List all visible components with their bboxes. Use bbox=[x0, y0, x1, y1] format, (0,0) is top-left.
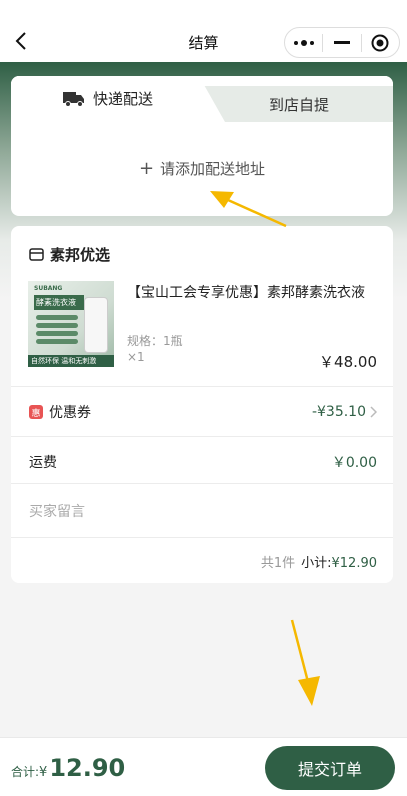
product-image-brand: SUBANG bbox=[34, 285, 63, 292]
product-image-footer: 自然环保 温和无刺激 bbox=[28, 355, 114, 367]
checkout-bar: 合计: ¥ 12.90 提交订单 bbox=[0, 737, 407, 796]
divider bbox=[11, 436, 393, 437]
product-bottle-illustration bbox=[84, 297, 108, 353]
product-spec: 规格：1瓶 bbox=[127, 334, 183, 348]
product-image[interactable]: SUBANG 酵素洗衣液 自然环保 温和无刺激 bbox=[28, 281, 114, 367]
order-summary: 共1件 小计:¥12.90 bbox=[261, 552, 377, 571]
divider bbox=[11, 386, 393, 387]
coupon-label: 优惠券 bbox=[49, 405, 91, 421]
tab-express-delivery[interactable]: 快递配送 bbox=[63, 88, 153, 109]
delivery-tabs: 快递配送 到店自提 bbox=[11, 76, 393, 122]
subtotal-value: ¥12.90 bbox=[331, 556, 378, 571]
image-decoration bbox=[36, 331, 78, 336]
buyer-message-input[interactable]: 买家留言 bbox=[29, 487, 377, 535]
chevron-right-icon bbox=[370, 406, 377, 418]
divider bbox=[11, 537, 393, 538]
annotation-arrow-address bbox=[210, 191, 287, 228]
product-price: ￥48.00 bbox=[319, 353, 377, 371]
shipping-value: ￥0.00 bbox=[331, 455, 377, 471]
product-name[interactable]: 【宝山工会专享优惠】素邦酵素洗衣液 bbox=[127, 282, 377, 302]
navigation-bar: 结算 bbox=[0, 0, 407, 62]
minimize-icon bbox=[333, 40, 350, 44]
coupon-value: -¥35.10 bbox=[311, 404, 366, 420]
tab-express-label: 快递配送 bbox=[93, 90, 154, 108]
add-address-label: 请添加配送地址 bbox=[160, 160, 266, 178]
divider bbox=[11, 483, 393, 484]
shipping-row: 运费 ￥0.00 bbox=[29, 438, 377, 486]
total-currency: ¥ bbox=[39, 765, 48, 780]
coupon-row[interactable]: 惠 优惠券 -¥35.10 bbox=[29, 388, 377, 436]
order-card: 素邦优选 SUBANG 酵素洗衣液 自然环保 温和无刺激 【宝山工会专享优惠】素… bbox=[11, 226, 393, 583]
store-name: 素邦优选 bbox=[50, 246, 111, 264]
total-amount: 12.90 bbox=[49, 754, 126, 782]
coupon-badge-icon: 惠 bbox=[29, 405, 43, 419]
item-count: 共1件 bbox=[260, 556, 296, 571]
total-label: 合计: bbox=[11, 765, 40, 779]
tab-store-pickup[interactable]: 到店自提 bbox=[269, 94, 329, 115]
mini-program-capsule bbox=[284, 27, 400, 58]
target-close-icon bbox=[371, 34, 389, 51]
shipping-label: 运费 bbox=[29, 455, 57, 471]
subtotal-label: 小计: bbox=[301, 556, 332, 571]
image-decoration bbox=[36, 339, 78, 344]
store-icon bbox=[29, 248, 44, 261]
order-total: 合计: ¥ 12.90 bbox=[11, 754, 125, 782]
store-header: 素邦优选 bbox=[29, 244, 110, 265]
buyer-message-placeholder: 买家留言 bbox=[29, 504, 85, 520]
annotation-arrow-submit bbox=[290, 619, 320, 706]
product-quantity: ×1 bbox=[127, 350, 145, 364]
plus-icon: + bbox=[138, 158, 155, 179]
image-decoration bbox=[36, 315, 78, 320]
tab-pickup-label: 到店自提 bbox=[269, 96, 330, 114]
add-address-button[interactable]: + 请添加配送地址 bbox=[11, 158, 393, 179]
minimize-button[interactable] bbox=[323, 28, 360, 57]
truck-icon bbox=[63, 91, 84, 107]
product-image-title: 酵素洗衣液 bbox=[34, 295, 84, 310]
close-button[interactable] bbox=[362, 28, 399, 57]
more-dots-icon bbox=[293, 39, 314, 46]
image-decoration bbox=[36, 323, 78, 328]
more-button[interactable] bbox=[285, 28, 322, 57]
submit-order-button[interactable]: 提交订单 bbox=[265, 746, 395, 790]
